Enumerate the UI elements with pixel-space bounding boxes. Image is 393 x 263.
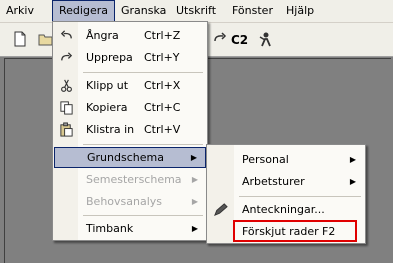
menu-item-label: Upprepa — [86, 51, 133, 64]
menu-redigera[interactable]: Redigera — [52, 0, 115, 22]
menu-item-arbetsturer[interactable]: Arbetsturer ▶ — [208, 171, 364, 192]
menu-item-undo[interactable]: Ångra Ctrl+Z — [54, 25, 206, 46]
menu-utskrift[interactable]: Utskrift — [170, 0, 222, 22]
menu-hjalp[interactable]: Hjälp — [280, 0, 320, 22]
menu-item-label: Anteckningar... — [242, 203, 325, 216]
c2-button[interactable]: C2 — [231, 33, 248, 47]
menu-arkiv[interactable]: Arkiv — [0, 0, 40, 22]
menu-item-shortcut: Ctrl+X — [144, 79, 181, 92]
menu-item-shortcut: Ctrl+C — [144, 101, 181, 114]
menu-item-anteckningar[interactable]: Anteckningar... — [208, 199, 364, 220]
submenu-arrow-icon: ▶ — [191, 197, 198, 206]
menu-item-paste[interactable]: Klistra in Ctrl+V — [54, 119, 206, 140]
new-document-icon[interactable] — [12, 31, 28, 47]
menu-item-label: Grundschema — [87, 151, 164, 164]
submenu-arrow-icon: ▶ — [191, 224, 198, 233]
paste-icon — [60, 122, 73, 137]
menu-item-cut[interactable]: Klipp ut Ctrl+X — [54, 75, 206, 96]
menu-item-grundschema[interactable]: Grundschema ▶ — [54, 147, 206, 168]
undo-icon — [60, 30, 72, 39]
menu-item-label: Semesterschema — [86, 173, 182, 186]
submenu-arrow-icon: ▶ — [349, 155, 356, 164]
menu-separator — [83, 144, 203, 145]
submenu-arrow-icon: ▶ — [191, 175, 198, 184]
menu-item-label: Personal — [242, 153, 289, 166]
menu-separator — [83, 72, 203, 73]
menu-separator — [83, 215, 203, 216]
menu-item-shortcut: Ctrl+Z — [144, 29, 181, 42]
menu-item-label: Arbetsturer — [242, 175, 305, 188]
edit-menu: Ångra Ctrl+Z Upprepa Ctrl+Y Klipp ut Ctr… — [52, 21, 208, 241]
menu-item-copy[interactable]: Kopiera Ctrl+C — [54, 97, 206, 118]
menu-item-shortcut: Ctrl+V — [144, 123, 181, 136]
redo-icon — [61, 52, 73, 61]
highlight-outline — [233, 220, 357, 242]
menu-item-label: Timbank — [86, 222, 134, 235]
menu-item-label: Klistra in — [86, 123, 135, 136]
menu-item-label: Klipp ut — [86, 79, 129, 92]
menu-fonster[interactable]: Fönster — [226, 0, 279, 22]
worker-icon[interactable] — [258, 31, 274, 47]
menu-item-shortcut: Ctrl+Y — [144, 51, 180, 64]
menu-granska[interactable]: Granska — [115, 0, 172, 22]
menu-item-redo[interactable]: Upprepa Ctrl+Y — [54, 47, 206, 68]
pencil-icon — [214, 203, 228, 216]
menu-item-semesterschema: Semesterschema ▶ — [54, 169, 206, 190]
menu-item-label: Behovsanalys — [86, 195, 163, 208]
menu-item-label: Kopiera — [86, 101, 128, 114]
submenu-arrow-icon: ▶ — [349, 177, 356, 186]
menu-item-label: Ångra — [86, 29, 119, 42]
redo-arrow-icon[interactable] — [212, 31, 228, 47]
menu-item-timbank[interactable]: Timbank ▶ — [54, 218, 206, 239]
menu-item-behovsanalys: Behovsanalys ▶ — [54, 191, 206, 212]
scissors-icon — [61, 79, 72, 92]
menu-item-personal[interactable]: Personal ▶ — [208, 149, 364, 170]
menu-separator — [239, 196, 361, 197]
menu-bar: Arkiv Redigera Granska Utskrift Fönster … — [0, 0, 393, 23]
submenu-arrow-icon: ▶ — [190, 153, 197, 162]
copy-icon — [60, 101, 73, 115]
